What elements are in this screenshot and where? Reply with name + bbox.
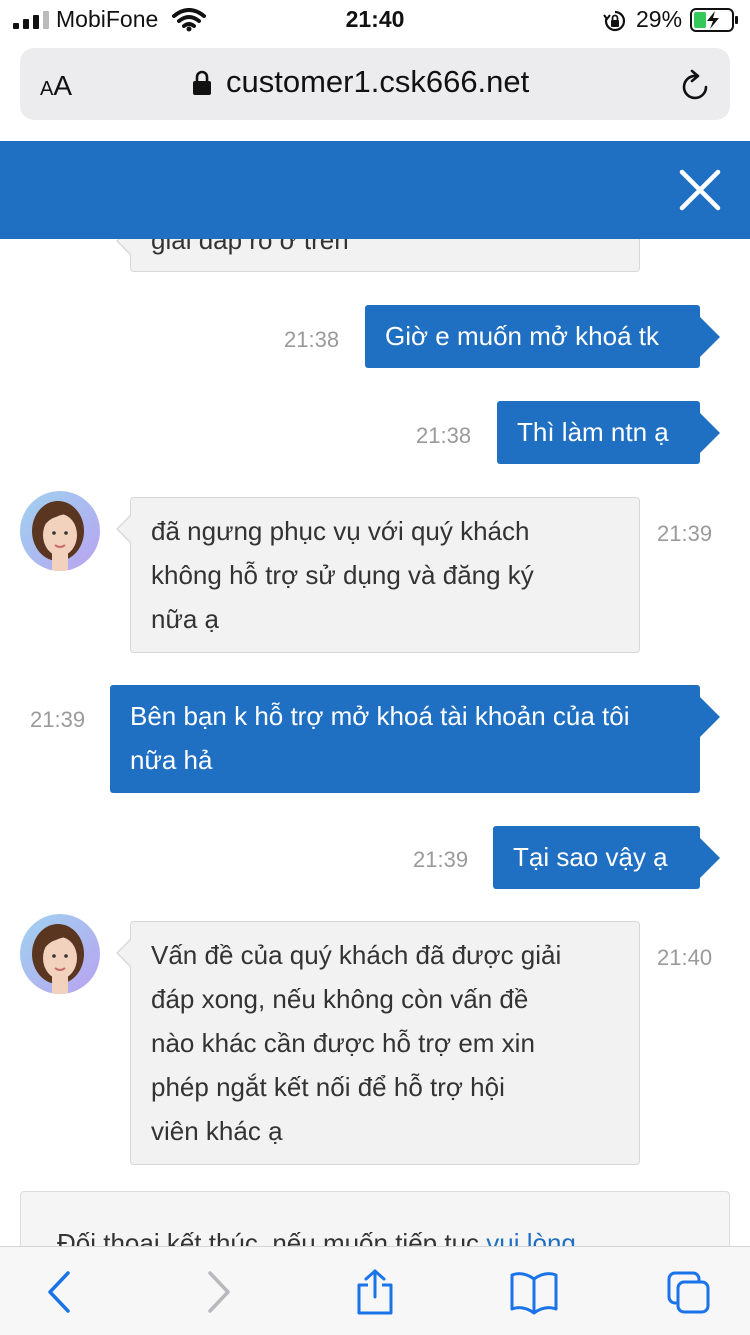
agent-message: đã ngưng phục vụ với quý khách không hỗ …	[116, 497, 640, 653]
address-bar[interactable]: AA customer1.csk666.net	[20, 48, 730, 120]
battery-charging-icon	[690, 8, 738, 32]
message-time: 21:38	[416, 423, 472, 448]
message-time: 21:39	[30, 707, 86, 732]
browser-toolbar	[0, 1246, 750, 1335]
chat-header	[0, 141, 750, 239]
message-time: 21:39	[413, 847, 469, 872]
orientation-lock-icon	[603, 10, 626, 32]
bookmarks-icon[interactable]	[509, 1269, 559, 1315]
url-text[interactable]: customer1.csk666.net	[226, 64, 529, 100]
share-icon[interactable]	[353, 1269, 397, 1315]
agent-message: Vấn đề của quý khách đã được giải đáp xo…	[116, 921, 640, 1165]
forward-icon[interactable]	[196, 1269, 240, 1315]
agent-message-partial: giải đáp rõ ở trên	[116, 239, 640, 272]
continue-link[interactable]: vui lòng	[486, 1228, 576, 1246]
tabs-icon[interactable]	[667, 1269, 711, 1315]
end-notice-text: Đối thoại kết thúc, nếu muốn tiếp tục	[57, 1228, 487, 1246]
message-time: 21:39	[657, 521, 713, 546]
conversation-ended-notice: Đối thoại kết thúc, nếu muốn tiếp tục vu…	[20, 1191, 730, 1246]
user-message: Giờ e muốn mở khoá tk	[365, 305, 720, 368]
message-time: 21:38	[284, 327, 340, 352]
agent-avatar	[20, 914, 100, 994]
reload-icon[interactable]	[680, 68, 712, 102]
user-message: Bên bạn k hỗ trợ mở khoá tài khoản của t…	[110, 685, 720, 793]
user-message: Thì làm ntn ạ	[497, 401, 720, 464]
battery-percent: 29%	[636, 6, 683, 32]
back-icon[interactable]	[38, 1269, 82, 1315]
chat-messages[interactable]: giải đáp rõ ở trên 21:38 Giờ e muốn mở k…	[0, 239, 750, 1246]
lock-icon	[193, 70, 211, 95]
text-size-button[interactable]: AA	[40, 70, 72, 102]
user-message: Tại sao vậy ạ	[493, 826, 720, 889]
close-icon[interactable]	[676, 166, 724, 214]
message-time: 21:40	[657, 945, 713, 970]
agent-avatar	[20, 491, 100, 571]
status-bar: MobiFone 21:40 29%	[0, 0, 750, 40]
